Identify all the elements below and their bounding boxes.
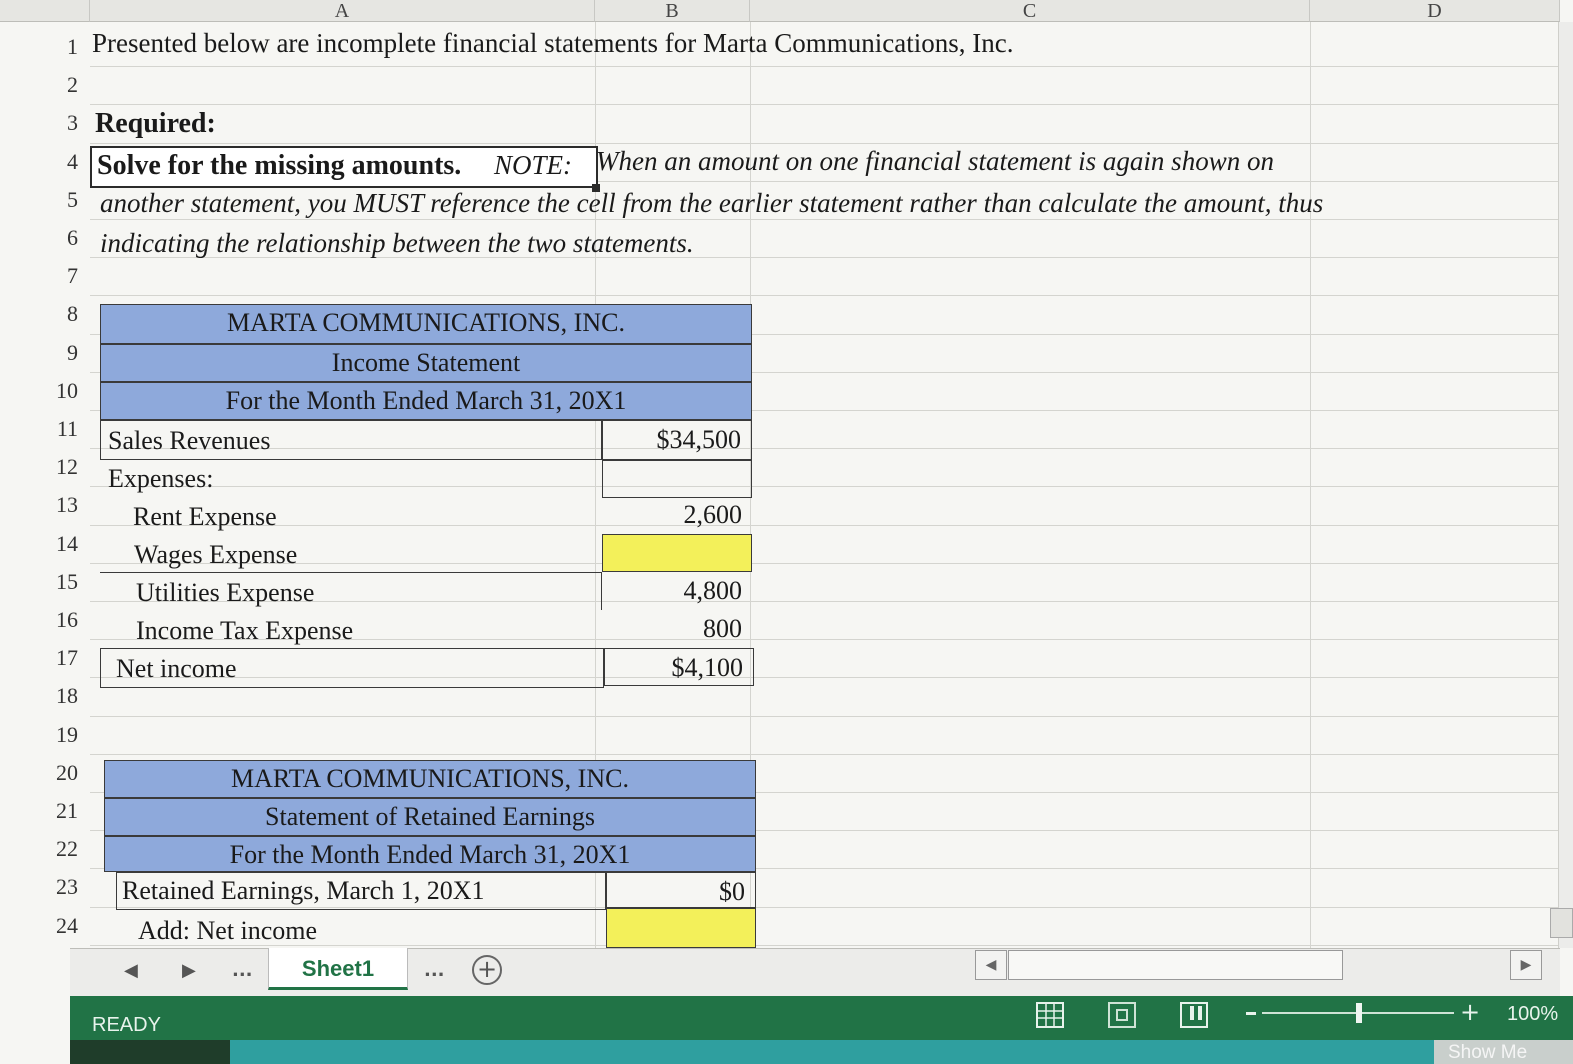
row-header[interactable]: 5 bbox=[0, 181, 90, 219]
wages-expense-amount[interactable] bbox=[602, 534, 752, 572]
row-header[interactable]: 2 bbox=[0, 66, 90, 104]
intro-line: Presented below are incomplete financial… bbox=[92, 28, 1014, 58]
row-header[interactable]: 11 bbox=[0, 410, 90, 448]
tab-ellipsis-right[interactable]: ... bbox=[424, 960, 445, 981]
row-header[interactable]: 20 bbox=[0, 754, 90, 792]
grid-line bbox=[90, 524, 1560, 526]
income-statement-title: Income Statement bbox=[100, 344, 752, 382]
tab-scroll-left-icon[interactable]: ◀ bbox=[124, 960, 138, 981]
row-header[interactable]: 17 bbox=[0, 639, 90, 677]
scroll-left-icon[interactable]: ◀ bbox=[975, 950, 1007, 980]
page-layout-view-icon[interactable] bbox=[1108, 1002, 1136, 1028]
note-text-line-1: When an amount on one financial statemen… bbox=[596, 146, 1274, 176]
grid-line bbox=[1310, 22, 1311, 948]
grid-line bbox=[90, 486, 1560, 488]
tab-ellipsis-left[interactable]: ... bbox=[232, 960, 253, 981]
row-header[interactable]: 4 bbox=[0, 143, 90, 181]
row-header[interactable]: 3 bbox=[0, 104, 90, 142]
row-header[interactable]: 23 bbox=[0, 868, 90, 906]
retained-earnings-beginning-label-cell[interactable] bbox=[116, 872, 606, 910]
expenses-label: Expenses: bbox=[108, 464, 214, 493]
add-net-income-label: Add: Net income bbox=[138, 916, 318, 945]
row-header[interactable]: 8 bbox=[0, 295, 90, 333]
net-income-amount[interactable]: $4,100 bbox=[604, 648, 754, 686]
row-header[interactable]: 7 bbox=[0, 257, 90, 295]
grid-line bbox=[90, 715, 1560, 717]
zoom-level[interactable]: 100% bbox=[1507, 1003, 1558, 1026]
rent-expense-label: Rent Expense bbox=[133, 502, 277, 531]
scroll-down-button[interactable] bbox=[1550, 908, 1573, 938]
column-header-c[interactable]: C bbox=[750, 0, 1310, 22]
vertical-scrollbar[interactable] bbox=[1558, 22, 1573, 948]
row-header[interactable]: 12 bbox=[0, 448, 90, 486]
row-header[interactable]: 10 bbox=[0, 372, 90, 410]
row-header[interactable]: 24 bbox=[0, 907, 90, 945]
note-label: NOTE: bbox=[494, 150, 573, 180]
row-header[interactable]: 14 bbox=[0, 525, 90, 563]
sheet-tab-sheet1[interactable]: Sheet1 bbox=[268, 948, 408, 990]
row-header[interactable]: 21 bbox=[0, 792, 90, 830]
expenses-amount-cell[interactable] bbox=[602, 460, 752, 498]
zoom-in-icon[interactable]: + bbox=[1460, 998, 1480, 1026]
row-header[interactable]: 18 bbox=[0, 677, 90, 715]
add-sheet-icon[interactable]: + bbox=[472, 955, 502, 985]
row-header[interactable]: 15 bbox=[0, 563, 90, 601]
note-text-line-2: another statement, you MUST reference th… bbox=[100, 188, 1324, 218]
row-header[interactable]: 1 bbox=[0, 28, 90, 66]
income-tax-expense-label: Income Tax Expense bbox=[136, 616, 354, 645]
row-header[interactable]: 6 bbox=[0, 219, 90, 257]
rent-expense-amount[interactable]: 2,600 bbox=[602, 496, 752, 534]
row-header[interactable]: 16 bbox=[0, 601, 90, 639]
retained-earnings-period: For the Month Ended March 31, 20X1 bbox=[104, 836, 756, 872]
status-mode: READY bbox=[92, 1014, 161, 1036]
row-header[interactable]: 22 bbox=[0, 830, 90, 868]
grid-line bbox=[90, 142, 1560, 144]
sales-revenues-label-cell[interactable] bbox=[100, 420, 602, 460]
add-net-income-amount[interactable] bbox=[606, 908, 756, 948]
row-header[interactable]: 13 bbox=[0, 486, 90, 524]
zoom-out-icon[interactable] bbox=[1246, 1012, 1256, 1015]
column-header-a[interactable]: A bbox=[90, 0, 595, 22]
income-tax-expense-amount[interactable]: 800 bbox=[602, 610, 752, 648]
wages-expense-label: Wages Expense bbox=[134, 540, 298, 569]
retained-earnings-title: Statement of Retained Earnings bbox=[104, 798, 756, 836]
column-header-b[interactable]: B bbox=[595, 0, 750, 22]
scroll-right-icon[interactable]: ▶ bbox=[1510, 950, 1542, 980]
row-header[interactable]: 19 bbox=[0, 716, 90, 754]
grid-line bbox=[90, 219, 1560, 220]
bottom-strip bbox=[70, 1040, 1573, 1064]
retained-earnings-company: MARTA COMMUNICATIONS, INC. bbox=[104, 760, 756, 798]
income-statement-company: MARTA COMMUNICATIONS, INC. bbox=[100, 304, 752, 344]
column-header-d[interactable]: D bbox=[1310, 0, 1560, 22]
normal-view-icon[interactable] bbox=[1036, 1002, 1064, 1028]
horizontal-scrollbar-thumb[interactable] bbox=[1008, 950, 1343, 980]
grid-line bbox=[90, 753, 1560, 755]
income-statement-period: For the Month Ended March 31, 20X1 bbox=[100, 382, 752, 420]
utilities-label-cell[interactable] bbox=[100, 572, 602, 610]
zoom-slider-handle[interactable] bbox=[1356, 1003, 1362, 1023]
required-heading: Required: bbox=[95, 108, 216, 139]
sales-revenues-amount[interactable]: $34,500 bbox=[602, 420, 752, 460]
note-text-line-3: indicating the relationship between the … bbox=[100, 228, 694, 258]
grid-line bbox=[90, 104, 1560, 106]
grid-line bbox=[90, 66, 1560, 68]
show-me-button[interactable]: Show Me bbox=[1434, 1040, 1573, 1064]
row-header[interactable]: 9 bbox=[0, 334, 90, 372]
bottom-left-strip bbox=[70, 1040, 230, 1064]
retained-earnings-beginning-amount[interactable]: $0 bbox=[606, 872, 756, 908]
status-bar bbox=[70, 996, 1573, 1040]
grid-line bbox=[90, 562, 1560, 564]
select-all-corner[interactable] bbox=[0, 0, 90, 22]
page-break-preview-icon[interactable] bbox=[1180, 1002, 1208, 1028]
solve-instruction: Solve for the missing amounts. bbox=[97, 150, 462, 181]
grid-line bbox=[90, 295, 1560, 297]
utilities-expense-amount[interactable]: 4,800 bbox=[602, 572, 752, 610]
net-income-label-cell[interactable] bbox=[100, 648, 604, 688]
tab-scroll-right-icon[interactable]: ▶ bbox=[182, 960, 196, 981]
